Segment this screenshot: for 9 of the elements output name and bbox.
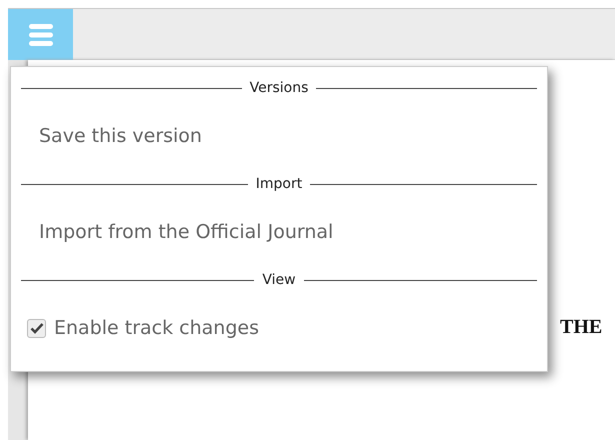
section-header: View (262, 270, 296, 290)
menu-item[interactable]: Save this version (11, 103, 547, 169)
checkmark-icon (30, 322, 44, 334)
section-header: Versions (250, 78, 308, 98)
section-header: Import (256, 174, 302, 194)
menu-item[interactable]: Import from the Official Journal (11, 199, 547, 265)
checkbox[interactable] (27, 318, 46, 338)
document-heading: THE (560, 316, 602, 338)
checkbox-item[interactable]: Enable track changes (11, 295, 547, 361)
